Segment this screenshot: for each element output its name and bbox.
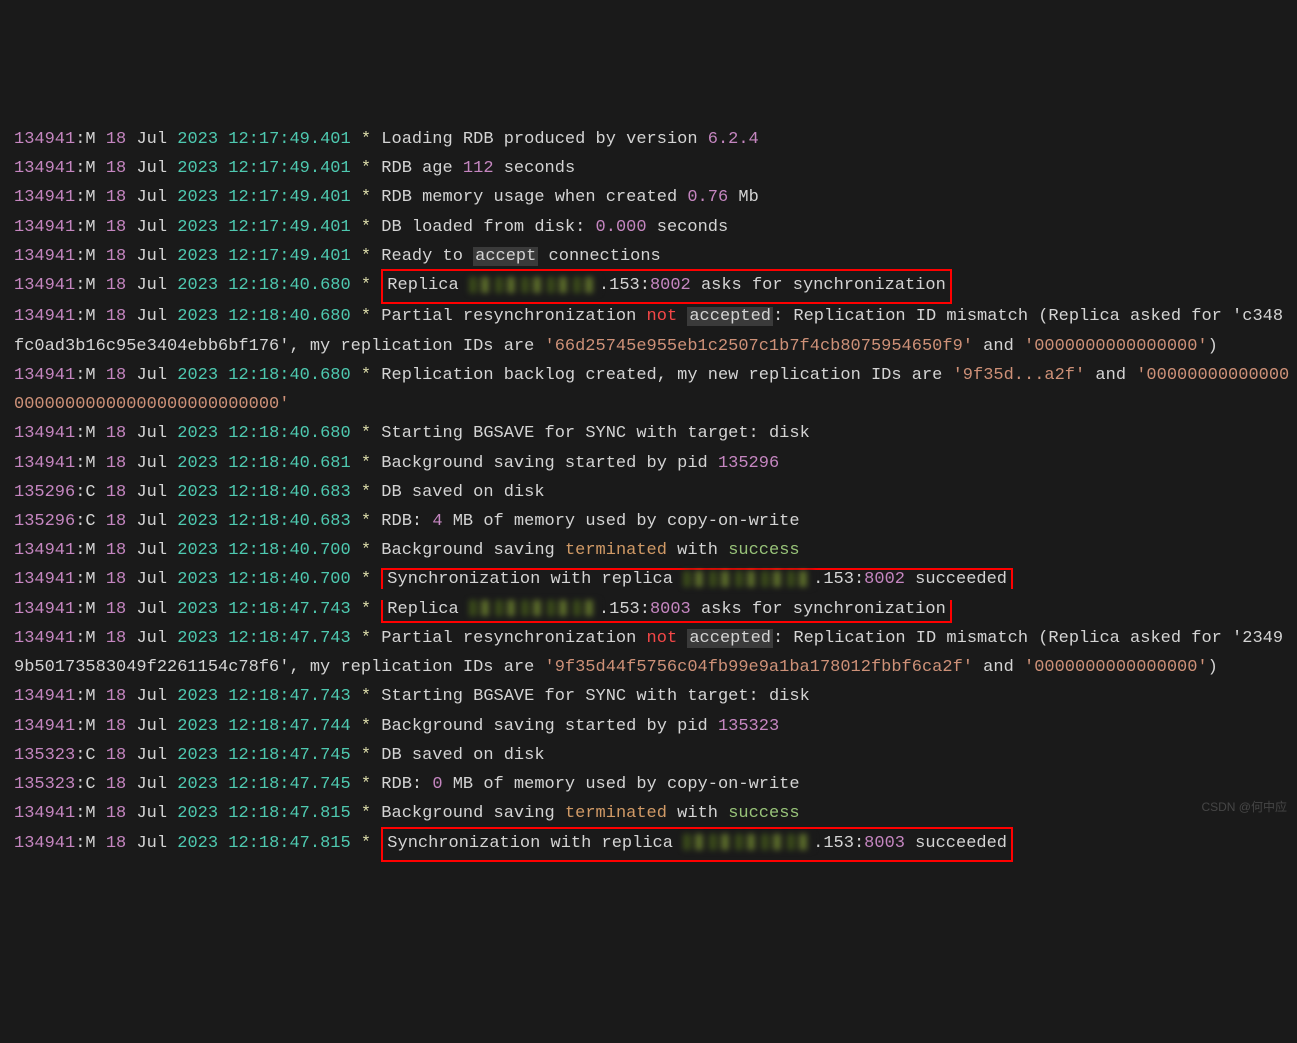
log-line: 135323:C 18 Jul 2023 12:18:47.745 * RDB:… <box>14 770 1293 799</box>
log-line: 134941:M 18 Jul 2023 12:18:40.680 * Repl… <box>14 271 1293 302</box>
log-line: 134941:M 18 Jul 2023 12:17:49.401 * Read… <box>14 242 1293 271</box>
log-line: 134941:M 18 Jul 2023 12:18:40.681 * Back… <box>14 449 1293 478</box>
censored-ip <box>469 600 599 616</box>
censored-ip <box>469 277 599 293</box>
log-line: 135323:C 18 Jul 2023 12:18:47.745 * DB s… <box>14 741 1293 770</box>
log-line: 134941:M 18 Jul 2023 12:17:49.401 * RDB … <box>14 183 1293 212</box>
log-line: 134941:M 18 Jul 2023 12:18:47.743 * Repl… <box>14 595 1293 624</box>
log-line: 134941:M 18 Jul 2023 12:18:47.744 * Back… <box>14 712 1293 741</box>
log-line: 135296:C 18 Jul 2023 12:18:40.683 * DB s… <box>14 478 1293 507</box>
terminal-log: 134941:M 18 Jul 2023 12:17:49.401 * Load… <box>14 125 1293 860</box>
log-line: 134941:M 18 Jul 2023 12:18:47.743 * Star… <box>14 682 1293 711</box>
watermark: CSDN @何中应 <box>1201 797 1287 818</box>
log-line: 134941:M 18 Jul 2023 12:18:40.700 * Back… <box>14 536 1293 565</box>
log-line: 134941:M 18 Jul 2023 12:17:49.401 * DB l… <box>14 213 1293 242</box>
log-line: 134941:M 18 Jul 2023 12:18:47.815 * Back… <box>14 799 1293 828</box>
log-line: 134941:M 18 Jul 2023 12:18:47.743 * Part… <box>14 624 1293 682</box>
censored-ip <box>683 834 813 850</box>
log-line: 134941:M 18 Jul 2023 12:18:40.680 * Part… <box>14 302 1293 360</box>
log-line: 134941:M 18 Jul 2023 12:18:47.815 * Sync… <box>14 829 1293 860</box>
log-line: 134941:M 18 Jul 2023 12:18:40.680 * Star… <box>14 419 1293 448</box>
log-line: 134941:M 18 Jul 2023 12:18:40.700 * Sync… <box>14 565 1293 594</box>
log-line: 134941:M 18 Jul 2023 12:17:49.401 * Load… <box>14 125 1293 154</box>
censored-ip <box>683 571 813 587</box>
log-line: 135296:C 18 Jul 2023 12:18:40.683 * RDB:… <box>14 507 1293 536</box>
log-line: 134941:M 18 Jul 2023 12:18:40.680 * Repl… <box>14 361 1293 419</box>
log-line: 134941:M 18 Jul 2023 12:17:49.401 * RDB … <box>14 154 1293 183</box>
